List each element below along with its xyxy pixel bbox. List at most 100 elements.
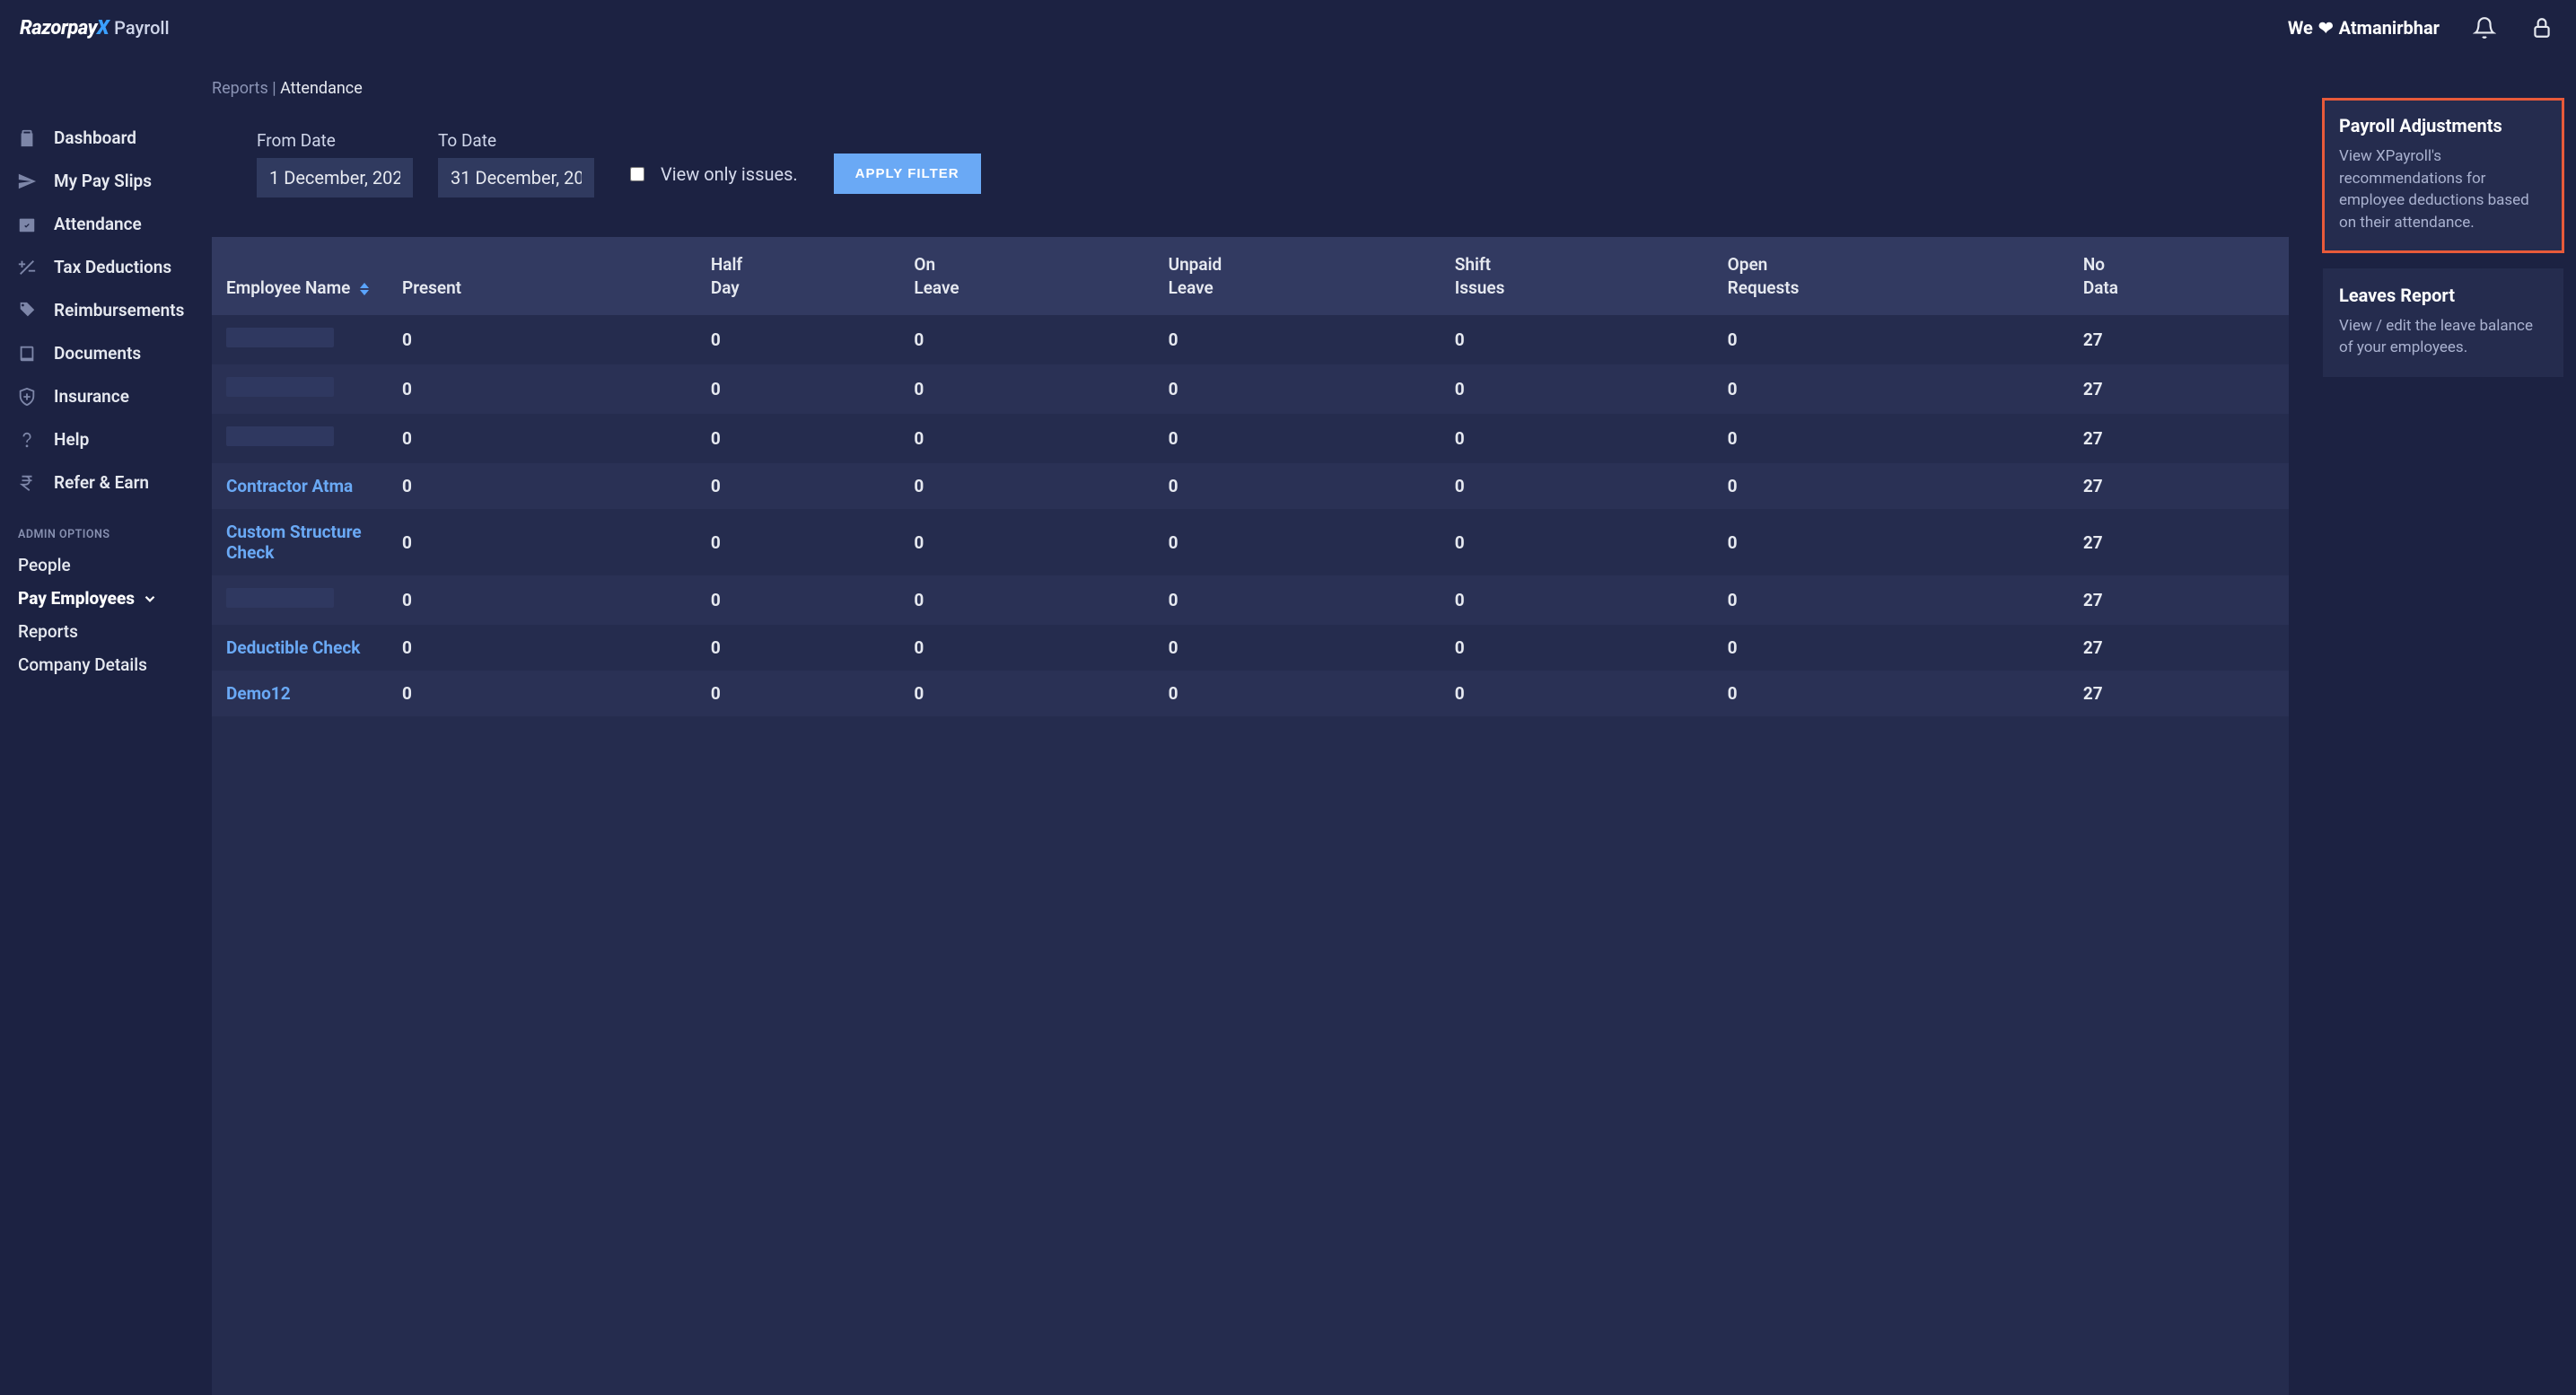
from-date-input[interactable] bbox=[257, 158, 413, 197]
to-date-label: To Date bbox=[438, 130, 594, 151]
view-only-issues-label: View only issues. bbox=[661, 163, 798, 185]
to-date-input[interactable] bbox=[438, 158, 594, 197]
employee-name-cell[interactable]: Contractor Atma bbox=[212, 463, 391, 509]
admin-item-reports[interactable]: Reports bbox=[0, 615, 188, 648]
column-header[interactable]: NoData bbox=[2072, 237, 2289, 315]
redacted-name bbox=[226, 377, 334, 397]
app-header: RazorpayX Payroll We ❤ Atmanirbhar bbox=[0, 0, 2576, 56]
brand-x: X bbox=[97, 17, 109, 39]
heart-icon: ❤ bbox=[2318, 17, 2334, 39]
panel-card-title: Leaves Report bbox=[2339, 285, 2547, 306]
column-header[interactable]: OpenRequests bbox=[1717, 237, 2072, 315]
data-cell: 0 bbox=[700, 671, 904, 716]
employee-name-cell[interactable]: Demo12 bbox=[212, 671, 391, 716]
employee-name-cell[interactable]: Custom Structure Check bbox=[212, 509, 391, 575]
employee-name-cell[interactable]: Deductible Check bbox=[212, 625, 391, 671]
column-header[interactable]: HalfDay bbox=[700, 237, 904, 315]
chevron-down-icon bbox=[142, 591, 158, 607]
data-cell: 0 bbox=[903, 575, 1157, 625]
data-cell: 0 bbox=[700, 575, 904, 625]
sidebar-item-label: Insurance bbox=[54, 386, 129, 408]
employee-link[interactable]: Contractor Atma bbox=[226, 476, 353, 496]
tag-icon bbox=[16, 300, 38, 321]
sidebar-item-label: Refer & Earn bbox=[54, 472, 149, 494]
sidebar-item-refer-earn[interactable]: Refer & Earn bbox=[0, 461, 188, 504]
rupee-icon bbox=[16, 472, 38, 494]
table-row: 00000027 bbox=[212, 575, 2289, 625]
brand[interactable]: RazorpayX Payroll bbox=[20, 17, 170, 39]
data-cell: 0 bbox=[1158, 414, 1444, 463]
data-cell: 27 bbox=[2072, 671, 2289, 716]
admin-item-company-details[interactable]: Company Details bbox=[0, 648, 188, 681]
book-icon bbox=[16, 343, 38, 364]
sidebar-item-attendance[interactable]: Attendance bbox=[0, 203, 188, 246]
redacted-name bbox=[226, 588, 334, 608]
data-cell: 0 bbox=[1717, 625, 2072, 671]
data-cell: 0 bbox=[903, 414, 1157, 463]
data-cell: 0 bbox=[1158, 671, 1444, 716]
panel-card-desc: View / edit the leave balance of your em… bbox=[2339, 315, 2547, 359]
apply-filter-button[interactable]: APPLY FILTER bbox=[834, 154, 981, 194]
data-cell: 0 bbox=[391, 509, 700, 575]
table-row: Custom Structure Check00000027 bbox=[212, 509, 2289, 575]
data-cell: 0 bbox=[903, 463, 1157, 509]
breadcrumb: Reports | Attendance bbox=[210, 79, 2289, 98]
column-header[interactable]: UnpaidLeave bbox=[1158, 237, 1444, 315]
employee-link[interactable]: Demo12 bbox=[226, 683, 291, 704]
data-cell: 0 bbox=[903, 671, 1157, 716]
data-cell: 0 bbox=[1444, 463, 1717, 509]
sidebar-item-my-pay-slips[interactable]: My Pay Slips bbox=[0, 160, 188, 203]
employee-link[interactable]: Custom Structure Check bbox=[226, 522, 362, 563]
sidebar-item-tax-deductions[interactable]: Tax Deductions bbox=[0, 246, 188, 289]
sidebar-item-insurance[interactable]: Insurance bbox=[0, 375, 188, 418]
employee-link[interactable]: Deductible Check bbox=[226, 637, 360, 658]
admin-item-label: Pay Employees bbox=[18, 588, 135, 609]
data-cell: 27 bbox=[2072, 575, 2289, 625]
admin-item-label: Company Details bbox=[18, 654, 147, 675]
data-cell: 0 bbox=[391, 463, 700, 509]
attendance-table-scroll[interactable]: Employee Name PresentHalfDayOnLeaveUnpai… bbox=[212, 237, 2289, 1395]
data-cell: 0 bbox=[700, 364, 904, 414]
data-cell: 0 bbox=[1717, 509, 2072, 575]
data-cell: 27 bbox=[2072, 625, 2289, 671]
data-cell: 0 bbox=[1717, 671, 2072, 716]
sidebar-item-dashboard[interactable]: Dashboard bbox=[0, 117, 188, 160]
right-panel: Payroll AdjustmentsView XPayroll's recom… bbox=[2310, 56, 2576, 1395]
data-cell: 0 bbox=[391, 575, 700, 625]
breadcrumb-sep: | bbox=[268, 79, 280, 98]
admin-item-label: People bbox=[18, 555, 71, 575]
view-only-issues[interactable]: View only issues. bbox=[630, 163, 798, 185]
lock-icon[interactable] bbox=[2529, 15, 2554, 40]
sidebar-item-help[interactable]: Help bbox=[0, 418, 188, 461]
sidebar-item-reimbursements[interactable]: Reimbursements bbox=[0, 289, 188, 332]
column-header[interactable]: OnLeave bbox=[903, 237, 1157, 315]
panel-card-leaves-report[interactable]: Leaves Report View / edit the leave balan… bbox=[2323, 268, 2563, 377]
column-header[interactable]: Employee Name bbox=[212, 237, 391, 315]
column-header[interactable]: ShiftIssues bbox=[1444, 237, 1717, 315]
data-cell: 27 bbox=[2072, 315, 2289, 364]
panel-card-desc: View XPayroll's recommendations for empl… bbox=[2339, 145, 2547, 234]
view-only-issues-checkbox[interactable] bbox=[630, 167, 644, 181]
panel-card-payroll-adjustments[interactable]: Payroll AdjustmentsView XPayroll's recom… bbox=[2323, 99, 2563, 252]
breadcrumb-parent[interactable]: Reports bbox=[212, 79, 268, 98]
shield-icon bbox=[16, 386, 38, 408]
main-content: Reports | Attendance From Date To Date V… bbox=[188, 56, 2310, 1395]
data-cell: 0 bbox=[1158, 364, 1444, 414]
clipboard-icon bbox=[16, 127, 38, 149]
admin-item-people[interactable]: People bbox=[0, 548, 188, 582]
sidebar-item-label: Help bbox=[54, 429, 89, 451]
tagline: We ❤ Atmanirbhar bbox=[2288, 17, 2440, 39]
data-cell: 0 bbox=[1444, 575, 1717, 625]
admin-item-pay-employees[interactable]: Pay Employees bbox=[0, 582, 188, 615]
sidebar-item-label: My Pay Slips bbox=[54, 171, 152, 192]
employee-name-cell bbox=[212, 315, 391, 364]
tagline-post: Atmanirbhar bbox=[2339, 17, 2440, 39]
sidebar-item-documents[interactable]: Documents bbox=[0, 332, 188, 375]
data-cell: 0 bbox=[1158, 463, 1444, 509]
notifications-icon[interactable] bbox=[2472, 15, 2497, 40]
column-header[interactable]: Present bbox=[391, 237, 700, 315]
table-row: 00000027 bbox=[212, 364, 2289, 414]
data-cell: 0 bbox=[1717, 364, 2072, 414]
sidebar-item-label: Dashboard bbox=[54, 127, 136, 149]
data-cell: 0 bbox=[1444, 509, 1717, 575]
